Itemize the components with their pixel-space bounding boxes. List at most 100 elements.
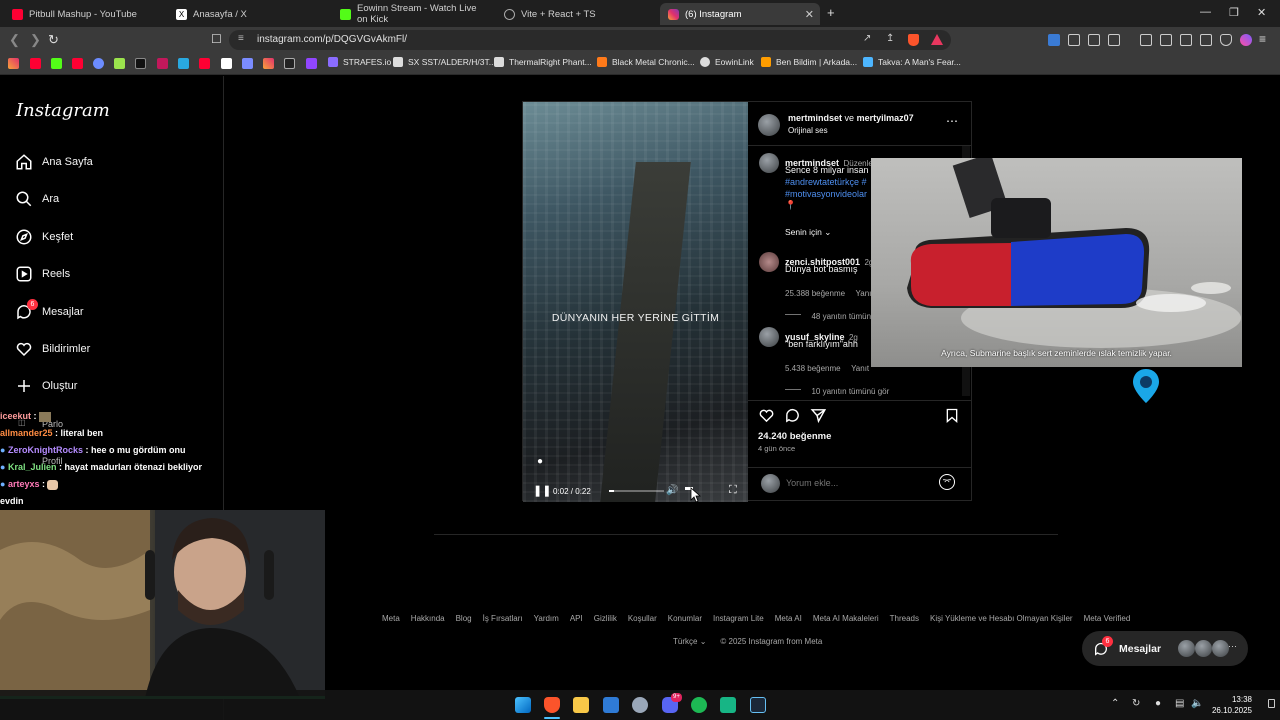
avatar[interactable] (758, 114, 780, 136)
app-icon[interactable] (720, 697, 736, 713)
youtube-icon[interactable] (30, 58, 41, 69)
share-icon[interactable] (810, 407, 827, 429)
tab-youtube[interactable]: Pitbull Mashup - YouTube (4, 3, 164, 25)
notifications-icon[interactable] (1268, 699, 1275, 708)
microphone-icon[interactable]: ● (1155, 698, 1161, 709)
x-icon[interactable] (221, 58, 232, 69)
tab-vite[interactable]: Vite + React + TS (496, 3, 656, 25)
bookmark-ben-bildim[interactable]: Ben Bildim | Arkada... (761, 57, 857, 67)
comment-likes[interactable]: 25.388 beğenme (785, 289, 845, 298)
extension-icon[interactable] (1108, 34, 1120, 46)
footer-link[interactable]: Hakkında (411, 614, 445, 623)
audio-label[interactable]: Orijinal ses (788, 126, 828, 135)
sidebar-item-messages[interactable]: 6 Mesajlar (14, 299, 84, 323)
ad-overlay[interactable]: Ayrıca, Submarine başlık sert zeminlerde… (871, 158, 1242, 367)
bookmark-icon[interactable] (178, 58, 189, 69)
app-icon[interactable] (603, 697, 619, 713)
bookmark-icon[interactable] (242, 58, 253, 69)
bookmark-eowinlink[interactable]: EowinLink (700, 57, 754, 67)
extension-icon[interactable] (1068, 34, 1080, 46)
tab-instagram[interactable]: (6) Instagram ✕ (660, 3, 820, 25)
profile-icon[interactable] (1240, 34, 1252, 46)
footer-link[interactable]: Konumlar (668, 614, 702, 623)
bookmark-icon[interactable] (93, 58, 104, 69)
chevron-up-icon[interactable]: ⌃ (1111, 698, 1119, 709)
footer-link[interactable]: Meta (382, 614, 400, 623)
footer-link[interactable]: Meta AI Makaleleri (813, 614, 879, 623)
footer-link[interactable]: Meta AI (775, 614, 802, 623)
bookmark-strafes[interactable]: STRAFES.io (328, 57, 391, 67)
footer-link[interactable]: Threads (890, 614, 919, 623)
comment-icon[interactable] (784, 407, 801, 429)
likes-count[interactable]: 24.240 beğenme (758, 431, 831, 442)
comment-input[interactable] (786, 475, 926, 491)
volume-icon[interactable]: 🔊 (666, 485, 678, 496)
footer-link[interactable]: İş Fırsatları (483, 614, 523, 623)
start-icon[interactable] (515, 697, 531, 713)
footer-link[interactable]: Koşullar (628, 614, 657, 623)
more-options-icon[interactable]: ⋯ (946, 114, 959, 128)
footer-link[interactable]: Gizlilik (594, 614, 617, 623)
kick-icon[interactable] (51, 58, 62, 69)
new-tab-button[interactable]: + (827, 5, 835, 20)
volume-icon[interactable]: 🔈 (1191, 698, 1203, 709)
footer-link[interactable]: Kişi Yükleme ve Hesabı Olmayan Kişiler (930, 614, 1073, 623)
bookmark-icon[interactable] (157, 58, 168, 69)
hashtag-link[interactable]: #andrewtatetürkçe # (785, 177, 867, 187)
bookmark-thermalright[interactable]: ThermalRight Phant... (494, 57, 592, 67)
footer-link[interactable]: Meta Verified (1084, 614, 1131, 623)
media-icon[interactable] (1140, 34, 1152, 46)
share-icon[interactable]: ↥ (886, 33, 894, 44)
brave-shield-icon[interactable] (908, 34, 919, 46)
pause-icon[interactable]: ❚❚ (533, 484, 551, 497)
sidebar-icon[interactable] (1160, 34, 1172, 46)
author-username[interactable]: mertmindset (788, 113, 842, 123)
sidebar-item-notifications[interactable]: Bildirimler (14, 338, 90, 360)
reel-video[interactable]: DÜNYANIN HER YERİNE GİTTİM ● ❚❚ 0:02 / 0… (523, 102, 748, 502)
settings-icon[interactable] (632, 697, 648, 713)
bookmark-sx[interactable]: SX SST/ALDER/H/3T... (393, 57, 496, 67)
messages-pill[interactable]: 6 Mesajlar ⋯ (1082, 631, 1248, 666)
brave-rewards-icon[interactable] (931, 34, 943, 45)
brave-icon[interactable] (544, 697, 560, 713)
bookmark-icon[interactable]: ☐ (211, 32, 222, 46)
restore-icon[interactable]: ❐ (1229, 6, 1239, 19)
tab-x[interactable]: X Anasayfa / X (168, 3, 328, 25)
instagram-icon[interactable] (263, 58, 274, 69)
tab-kick[interactable]: Eowinn Stream - Watch Live on Kick (332, 3, 492, 25)
tiktok-icon[interactable] (135, 58, 146, 69)
wallet-icon[interactable] (1180, 34, 1192, 46)
view-replies[interactable]: 10 yanıtın tümünü gör (785, 381, 889, 396)
view-replies[interactable]: 48 yanıtın tümünü (785, 306, 876, 324)
map-pin-icon[interactable] (1131, 367, 1161, 405)
bookmark-black-metal[interactable]: Black Metal Chronic... (597, 57, 695, 67)
instagram-logo[interactable]: Instagram (16, 100, 110, 121)
reload-icon[interactable]: ↻ (48, 32, 59, 48)
bookmark-icon[interactable] (114, 58, 125, 69)
sidebar-item-home[interactable]: Ana Sayfa (14, 151, 93, 173)
emoji-icon[interactable]: ⌤ (939, 474, 955, 490)
sync-icon[interactable]: ↻ (1132, 698, 1140, 709)
menu-icon[interactable]: ≡ (1259, 32, 1266, 46)
bookmark-icon[interactable] (284, 58, 295, 69)
sidebar-item-reels[interactable]: Reels (14, 263, 70, 285)
steam-icon[interactable] (750, 697, 766, 713)
sidebar-item-search[interactable]: Ara (14, 188, 59, 210)
open-external-icon[interactable]: ↗ (863, 33, 871, 44)
vpn-icon[interactable] (1220, 34, 1232, 46)
footer-link[interactable]: Yardım (534, 614, 559, 623)
sidebar-item-explore[interactable]: Keşfet (14, 226, 73, 248)
bookmark-icon[interactable] (8, 58, 19, 69)
for-you-filter[interactable]: Senin için ⌄ (785, 227, 831, 238)
youtube-icon[interactable] (72, 58, 83, 69)
coauthor-username[interactable]: mertyilmaz07 (857, 113, 914, 123)
sidebar-item-create[interactable]: Oluştur (14, 375, 77, 397)
extension-icon[interactable] (1048, 34, 1060, 46)
footer-link[interactable]: Blog (456, 614, 472, 623)
minimize-icon[interactable]: — (1200, 6, 1211, 18)
video-progress-bar[interactable] (609, 490, 664, 492)
reply-button[interactable]: Yanıt (851, 364, 869, 373)
network-icon[interactable]: ▤ (1175, 698, 1184, 709)
footer-link[interactable]: API (570, 614, 583, 623)
footer-link[interactable]: Instagram Lite (713, 614, 764, 623)
